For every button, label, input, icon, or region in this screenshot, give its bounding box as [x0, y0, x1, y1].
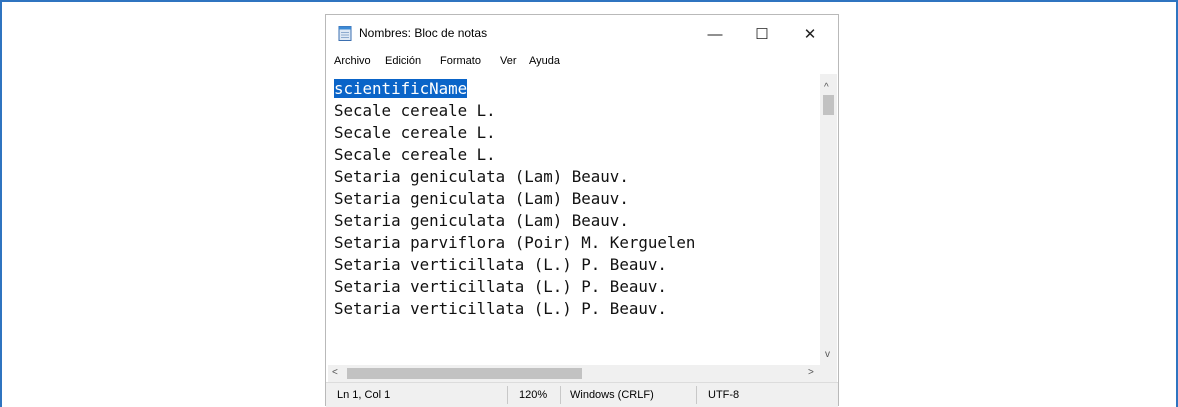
scroll-right-icon[interactable]: >: [808, 367, 814, 378]
menu-formato[interactable]: Formato: [440, 55, 481, 67]
text-line: Secale cereale L.: [334, 101, 496, 120]
text-line: Setaria parviflora (Poir) M. Kerguelen: [334, 233, 696, 252]
text-line: Secale cereale L.: [334, 145, 496, 164]
status-divider: [696, 386, 697, 404]
close-button[interactable]: ✕: [792, 21, 828, 47]
status-divider: [560, 386, 561, 404]
menu-archivo[interactable]: Archivo: [334, 55, 371, 67]
vertical-scroll-thumb[interactable]: [823, 95, 834, 115]
text-line: Secale cereale L.: [334, 123, 496, 142]
horizontal-scroll-thumb[interactable]: [347, 368, 582, 379]
selected-text: scientificName: [334, 79, 468, 98]
menu-bar: Archivo Edición Formato Ver Ayuda: [326, 53, 838, 73]
scrollbar-corner: [820, 365, 837, 382]
cursor-position: Ln 1, Col 1: [337, 389, 391, 401]
scroll-down-icon[interactable]: v: [825, 349, 830, 360]
minimize-button[interactable]: —: [697, 21, 733, 47]
notepad-window: Nombres: Bloc de notas — ☐ ✕ Archivo Edi…: [325, 14, 839, 407]
horizontal-scrollbar[interactable]: < >: [328, 365, 820, 382]
scroll-up-icon[interactable]: ^: [824, 82, 829, 93]
menu-edicion[interactable]: Edición: [385, 55, 421, 67]
line-ending: Windows (CRLF): [570, 389, 654, 401]
menu-ayuda[interactable]: Ayuda: [529, 55, 560, 67]
status-bar: Ln 1, Col 1 120% Windows (CRLF) UTF-8: [326, 382, 838, 407]
encoding: UTF-8: [708, 389, 740, 401]
menu-ver[interactable]: Ver: [500, 55, 517, 67]
text-line: Setaria geniculata (Lam) Beauv.: [334, 167, 629, 186]
scroll-left-icon[interactable]: <: [332, 367, 338, 378]
text-line: Setaria verticillata (L.) P. Beauv.: [334, 299, 667, 318]
notepad-icon: [338, 26, 352, 41]
text-line: Setaria verticillata (L.) P. Beauv.: [334, 277, 667, 296]
text-line: scientificName: [334, 78, 468, 100]
maximize-button[interactable]: ☐: [744, 21, 780, 47]
status-divider: [507, 386, 508, 404]
text-editor[interactable]: scientificName Secale cereale L. Secale …: [328, 74, 820, 365]
text-line: Setaria geniculata (Lam) Beauv.: [334, 189, 629, 208]
window-title: Nombres: Bloc de notas: [359, 26, 488, 40]
text-line: Setaria verticillata (L.) P. Beauv.: [334, 255, 667, 274]
zoom-level: 120%: [519, 389, 548, 401]
vertical-scrollbar[interactable]: ^ v: [820, 74, 837, 365]
text-line: Setaria geniculata (Lam) Beauv.: [334, 211, 629, 230]
title-bar[interactable]: Nombres: Bloc de notas — ☐ ✕: [326, 15, 838, 53]
